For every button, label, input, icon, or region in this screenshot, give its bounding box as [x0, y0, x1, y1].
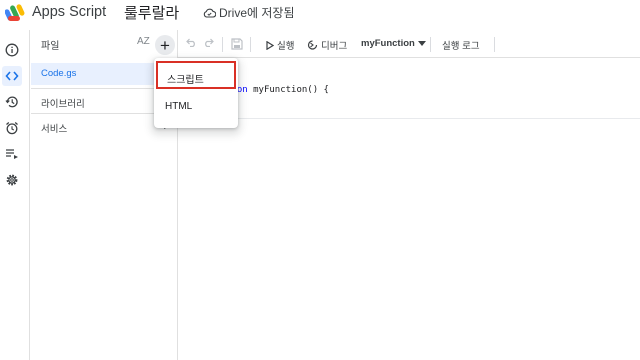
debug-button[interactable]: 디버그: [307, 38, 347, 52]
redo-icon: [205, 38, 214, 47]
run-label: 실행: [277, 41, 295, 52]
run-button[interactable]: 실행: [266, 38, 294, 52]
file-item-label: Code.gs: [41, 68, 77, 79]
code-rest: myFunction() {: [247, 85, 329, 95]
code-editor[interactable]: tion myFunction() {: [178, 58, 640, 360]
settings-icon: [6, 174, 18, 186]
project-title[interactable]: 룰루랄라: [124, 2, 179, 23]
menu-item-label: 스크립트: [167, 75, 204, 86]
toolbar-divider: [430, 37, 431, 52]
overview-button[interactable]: [2, 40, 22, 60]
plus-icon: +: [160, 35, 170, 55]
save-status-label: Drive에 저장됨: [219, 6, 295, 20]
executions-button[interactable]: [2, 144, 22, 164]
apps-script-logo-icon[interactable]: [5, 3, 27, 23]
alarm-icon: [6, 122, 18, 135]
history-icon: [5, 96, 18, 108]
toolbar-divider: [250, 37, 251, 52]
menu-item-label: HTML: [165, 101, 193, 112]
toolbar-divider: [494, 37, 495, 52]
add-file-button[interactable]: +: [155, 35, 175, 55]
undo-button[interactable]: [186, 38, 197, 47]
menu-item-script[interactable]: 스크립트: [156, 61, 236, 89]
undo-icon: [186, 38, 195, 47]
toolbar-divider: [222, 37, 223, 52]
debug-icon: [307, 40, 318, 50]
function-select-value: myFunction: [361, 38, 415, 49]
app-name: Apps Script: [32, 4, 107, 20]
top-bar: Apps Script 룰루랄라 Drive에 저장됨: [0, 0, 640, 30]
services-label: 서비스: [41, 124, 68, 135]
sort-az-button[interactable]: AZ: [137, 36, 150, 47]
code-text: tion myFunction() {: [226, 85, 329, 95]
menu-item-html[interactable]: HTML: [156, 93, 236, 121]
save-project-button[interactable]: [231, 38, 243, 50]
save-icon: [231, 38, 243, 50]
add-file-menu: 스크립트 HTML: [154, 58, 238, 128]
left-nav-rail: [0, 30, 30, 360]
redo-button[interactable]: [203, 38, 214, 47]
code-line: tion myFunction() {: [178, 70, 640, 110]
execution-log-button[interactable]: 실행 로그: [442, 38, 480, 52]
code-icon: [5, 71, 19, 81]
libraries-label: 라이브러리: [41, 99, 85, 110]
editor-divider: [178, 118, 640, 119]
triggers-history-button[interactable]: [2, 92, 22, 112]
cloud-done-icon: [203, 8, 216, 18]
files-label: 파일: [41, 41, 60, 52]
debug-label: 디버그: [321, 41, 348, 52]
function-select[interactable]: myFunction: [361, 38, 426, 49]
info-icon: [5, 43, 19, 57]
play-icon: [266, 40, 274, 50]
editor-toolbar: 실행 디버그 myFunction 실행 로그: [178, 30, 640, 58]
executions-icon: [6, 149, 18, 159]
save-status: Drive에 저장됨: [203, 4, 295, 21]
execution-log-label: 실행 로그: [442, 41, 480, 52]
editor-button[interactable]: [2, 66, 22, 86]
dropdown-arrow-icon: [417, 41, 426, 46]
project-settings-button[interactable]: [2, 170, 22, 190]
triggers-button[interactable]: [2, 118, 22, 138]
